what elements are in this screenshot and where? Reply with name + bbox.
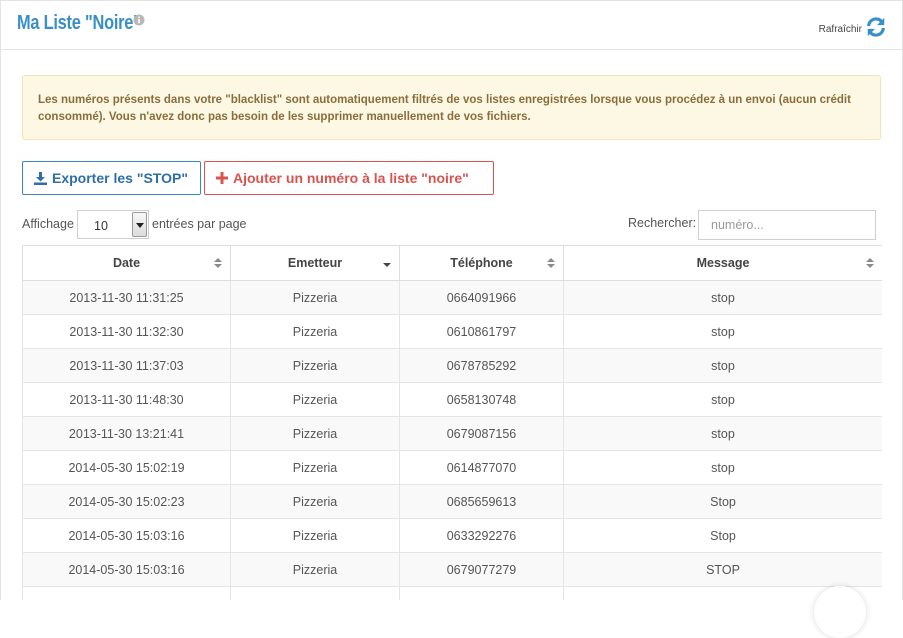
cell-telephone: 0678785292 <box>399 348 564 383</box>
page-length-value: 10 <box>94 219 108 233</box>
table-row: 2014-05-30 15:03:16 Pizzeria 0633292276 … <box>22 518 882 553</box>
sort-desc-icon <box>383 258 391 270</box>
refresh-icon <box>867 17 885 37</box>
sort-icon <box>866 258 874 270</box>
cell-date: 2013-11-30 11:31:25 <box>22 280 231 315</box>
search-input[interactable] <box>698 210 876 240</box>
cell-message: stop <box>563 382 882 417</box>
cell-emetteur: Pizzeria <box>230 450 400 485</box>
cell-emetteur: Pizzeria <box>230 280 400 315</box>
download-icon <box>34 171 47 185</box>
plus-icon <box>216 172 228 184</box>
cell-emetteur: Pizzeria <box>230 314 400 349</box>
cell-emetteur <box>230 586 400 600</box>
export-stop-label: Exporter les "STOP" <box>52 170 188 186</box>
cell-date: 2013-11-30 13:21:41 <box>22 416 231 451</box>
table-row: 2013-11-30 11:48:30 Pizzeria 0658130748 … <box>22 382 882 417</box>
cell-message: stop <box>563 416 882 451</box>
add-number-button[interactable]: Ajouter un numéro à la liste "noire" <box>204 161 494 195</box>
cell-message: STOP <box>563 552 882 587</box>
cell-date: 2014-05-30 15:02:23 <box>22 484 231 519</box>
cell-date: 2014-05-30 15:02:19 <box>22 450 231 485</box>
cell-telephone: 0685659613 <box>399 484 564 519</box>
cell-telephone: 0664091966 <box>399 280 564 315</box>
cell-telephone: 0633292276 <box>399 518 564 553</box>
cell-telephone: 0658130748 <box>399 382 564 417</box>
column-header-message[interactable]: Message <box>563 245 882 281</box>
table-row: 2013-11-30 11:31:25 Pizzeria 0664091966 … <box>22 280 882 315</box>
cell-message: Stop <box>563 518 882 553</box>
cell-emetteur: Pizzeria <box>230 552 400 587</box>
export-stop-button[interactable]: Exporter les "STOP" <box>22 161 201 195</box>
scroll-top-button[interactable] <box>814 586 866 638</box>
cell-emetteur: Pizzeria <box>230 348 400 383</box>
cell-telephone: 0610861797 <box>399 314 564 349</box>
cell-date: 2013-11-30 11:32:30 <box>22 314 231 349</box>
page-header: Ma Liste "Noire" Rafraîchir <box>0 0 903 50</box>
search-label: Rechercher: <box>628 216 697 230</box>
info-circle-icon[interactable] <box>133 14 145 26</box>
page-length-suffix: entrées par page <box>152 217 247 231</box>
cell-message: stop <box>563 450 882 485</box>
cell-message: stop <box>563 348 882 383</box>
refresh-label: Rafraîchir <box>818 23 862 35</box>
page-title: Ma Liste "Noire" <box>17 12 141 34</box>
blacklist-table-container: Date Emetteur Téléphone Message 2013-11-… <box>22 245 882 600</box>
cell-message: stop <box>563 314 882 349</box>
cell-telephone <box>399 586 564 600</box>
cell-message: Stop <box>563 484 882 519</box>
table-row: 2014-05-30 15:02:19 Pizzeria 0614877070 … <box>22 450 882 485</box>
cell-emetteur: Pizzeria <box>230 416 400 451</box>
column-header-telephone[interactable]: Téléphone <box>399 245 564 281</box>
page-length-prefix: Affichage <box>22 217 74 231</box>
cell-date <box>22 586 231 600</box>
table-row: 2014-05-30 15:03:16 Pizzeria 0679077279 … <box>22 552 882 587</box>
cell-emetteur: Pizzeria <box>230 484 400 519</box>
sort-icon <box>214 258 222 270</box>
cell-date: 2014-05-30 15:03:16 <box>22 552 231 587</box>
sort-icon <box>547 258 555 270</box>
refresh-button[interactable]: Rafraîchir <box>819 15 887 39</box>
page-length-select[interactable]: 10 <box>77 210 149 239</box>
column-header-date[interactable]: Date <box>22 245 231 281</box>
cell-date: 2013-11-30 11:48:30 <box>22 382 231 417</box>
blacklist-info-alert: Les numéros présents dans votre "blackli… <box>22 75 881 140</box>
cell-telephone: 0614877070 <box>399 450 564 485</box>
cell-emetteur: Pizzeria <box>230 382 400 417</box>
chevron-down-icon[interactable] <box>132 212 147 237</box>
cell-date: 2014-05-30 15:03:16 <box>22 518 231 553</box>
cell-message: stop <box>563 280 882 315</box>
table-row: 2014-05-30 15:02:23 Pizzeria 0685659613 … <box>22 484 882 519</box>
table-row <box>22 586 882 600</box>
blacklist-table: Date Emetteur Téléphone Message 2013-11-… <box>22 245 882 600</box>
table-row: 2013-11-30 13:21:41 Pizzeria 0679087156 … <box>22 416 882 451</box>
table-row: 2013-11-30 11:32:30 Pizzeria 0610861797 … <box>22 314 882 349</box>
cell-emetteur: Pizzeria <box>230 518 400 553</box>
cell-telephone: 0679077279 <box>399 552 564 587</box>
table-header-row: Date Emetteur Téléphone Message <box>22 245 882 281</box>
table-row: 2013-11-30 11:37:03 Pizzeria 0678785292 … <box>22 348 882 383</box>
cell-telephone: 0679087156 <box>399 416 564 451</box>
add-number-label: Ajouter un numéro à la liste "noire" <box>233 170 469 186</box>
cell-date: 2013-11-30 11:37:03 <box>22 348 231 383</box>
column-header-emetteur[interactable]: Emetteur <box>230 245 400 281</box>
